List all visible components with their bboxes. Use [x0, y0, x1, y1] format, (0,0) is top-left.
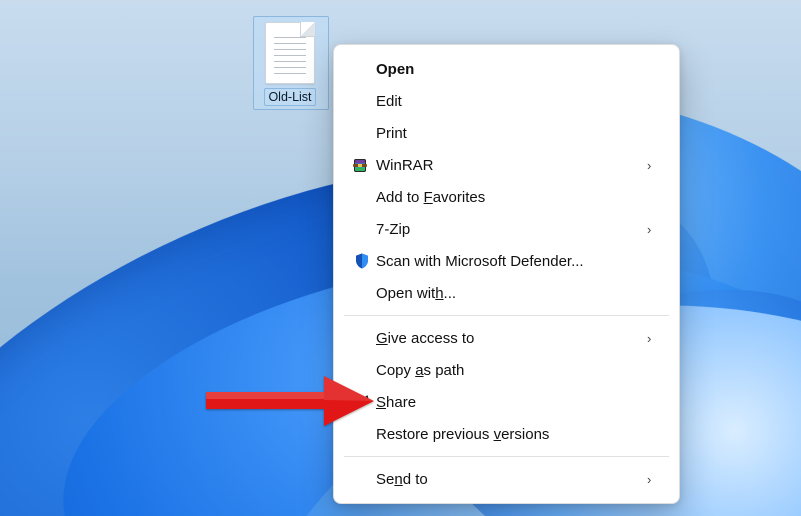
menu-winrar[interactable]: WinRAR ›	[334, 149, 679, 181]
file-label: Old-List	[264, 88, 315, 106]
share-icon	[348, 393, 376, 411]
chevron-right-icon: ›	[647, 222, 661, 237]
menu-open-with[interactable]: Open with...	[334, 277, 679, 309]
menu-send-to[interactable]: Send to ›	[334, 463, 679, 495]
menu-separator	[344, 315, 669, 316]
menu-separator	[344, 456, 669, 457]
chevron-right-icon: ›	[647, 158, 661, 173]
menu-scan-defender[interactable]: Scan with Microsoft Defender...	[334, 245, 679, 277]
chevron-right-icon: ›	[647, 331, 661, 346]
file-item[interactable]: Old-List	[245, 18, 335, 110]
menu-copy-as-path[interactable]: Copy as path	[334, 354, 679, 386]
menu-open[interactable]: Open	[334, 53, 679, 85]
winrar-icon	[348, 157, 376, 173]
menu-7zip[interactable]: 7-Zip ›	[334, 213, 679, 245]
menu-edit[interactable]: Edit	[334, 85, 679, 117]
menu-share[interactable]: Share	[334, 386, 679, 418]
chevron-right-icon: ›	[647, 472, 661, 487]
menu-print[interactable]: Print	[334, 117, 679, 149]
menu-add-to-favorites[interactable]: Add to Favorites	[334, 181, 679, 213]
text-file-icon	[265, 22, 315, 84]
menu-restore-previous-versions[interactable]: Restore previous versions	[334, 418, 679, 450]
shield-icon	[348, 252, 376, 270]
menu-give-access-to[interactable]: Give access to ›	[334, 322, 679, 354]
context-menu: Open Edit Print WinRAR › Add to Favorite…	[333, 44, 680, 504]
